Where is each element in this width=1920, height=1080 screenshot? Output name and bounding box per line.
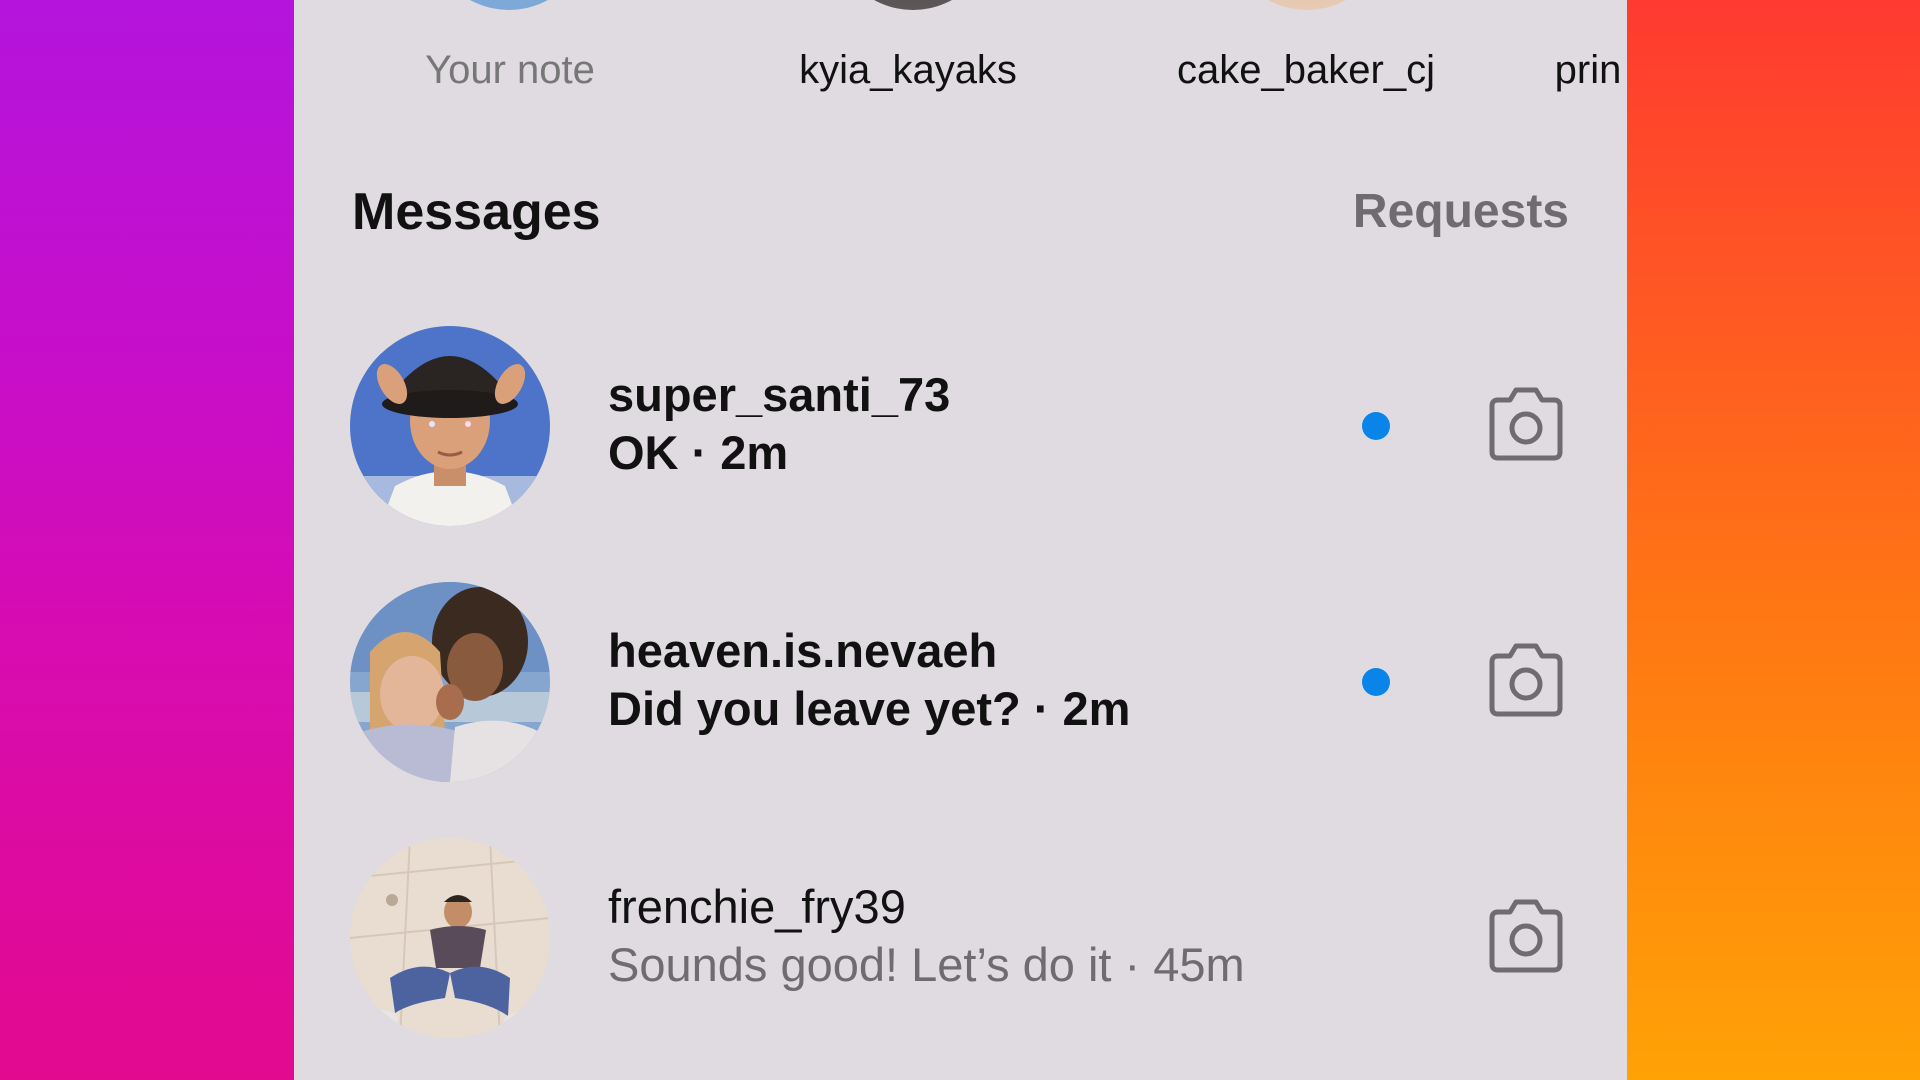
avatar[interactable] bbox=[350, 838, 550, 1038]
camera-button[interactable] bbox=[1486, 898, 1566, 974]
messages-screen: Your note kyia_kayaks cake_baker_cj prin… bbox=[294, 0, 1627, 1080]
thread-text: heaven.is.nevaeh Did you leave yet? · 2m bbox=[608, 622, 1130, 738]
note-label: Your note bbox=[425, 48, 595, 92]
note-label: kyia_kayaks bbox=[799, 48, 1017, 92]
thread-username: super_santi_73 bbox=[608, 368, 951, 421]
camera-icon bbox=[1489, 387, 1563, 461]
background-gradient-right bbox=[1626, 0, 1920, 1080]
thread-preview: OK · 2m bbox=[608, 426, 789, 479]
avatar-photo bbox=[350, 582, 550, 782]
avatar[interactable] bbox=[350, 582, 550, 782]
thread-row[interactable]: super_santi_73 OK · 2m bbox=[294, 326, 1627, 526]
thread-username: frenchie_fry39 bbox=[608, 880, 906, 933]
thread-preview: Did you leave yet? · 2m bbox=[608, 682, 1131, 735]
background-gradient-left bbox=[0, 0, 294, 1080]
avatar-photo bbox=[350, 838, 550, 1038]
thread-row[interactable]: frenchie_fry39 Sounds good! Let’s do it … bbox=[294, 838, 1627, 1038]
messages-header: Messages Requests bbox=[352, 182, 1569, 242]
camera-button[interactable] bbox=[1486, 642, 1566, 718]
thread-text: super_santi_73 OK · 2m bbox=[608, 366, 950, 482]
thread-preview: Sounds good! Let’s do it · 45m bbox=[608, 938, 1245, 991]
unread-indicator bbox=[1362, 412, 1390, 440]
note-label: prin bbox=[1554, 48, 1622, 92]
unread-indicator bbox=[1362, 668, 1390, 696]
camera-button[interactable] bbox=[1486, 386, 1566, 462]
page-title: Messages bbox=[352, 183, 601, 241]
note-avatar bbox=[1222, 0, 1392, 10]
notes-row: Your note kyia_kayaks cake_baker_cj prin bbox=[294, 0, 1627, 120]
thread-username: heaven.is.nevaeh bbox=[608, 624, 998, 677]
camera-icon bbox=[1489, 643, 1563, 717]
avatar[interactable] bbox=[350, 326, 550, 526]
requests-link[interactable]: Requests bbox=[1353, 184, 1569, 239]
avatar-photo bbox=[350, 326, 550, 526]
note-avatar bbox=[828, 0, 998, 10]
note-label: cake_baker_cj bbox=[1177, 48, 1435, 92]
thread-row[interactable]: heaven.is.nevaeh Did you leave yet? · 2m bbox=[294, 582, 1627, 782]
camera-icon bbox=[1489, 899, 1563, 973]
note-avatar bbox=[424, 0, 594, 10]
thread-text: frenchie_fry39 Sounds good! Let’s do it … bbox=[608, 878, 1245, 994]
